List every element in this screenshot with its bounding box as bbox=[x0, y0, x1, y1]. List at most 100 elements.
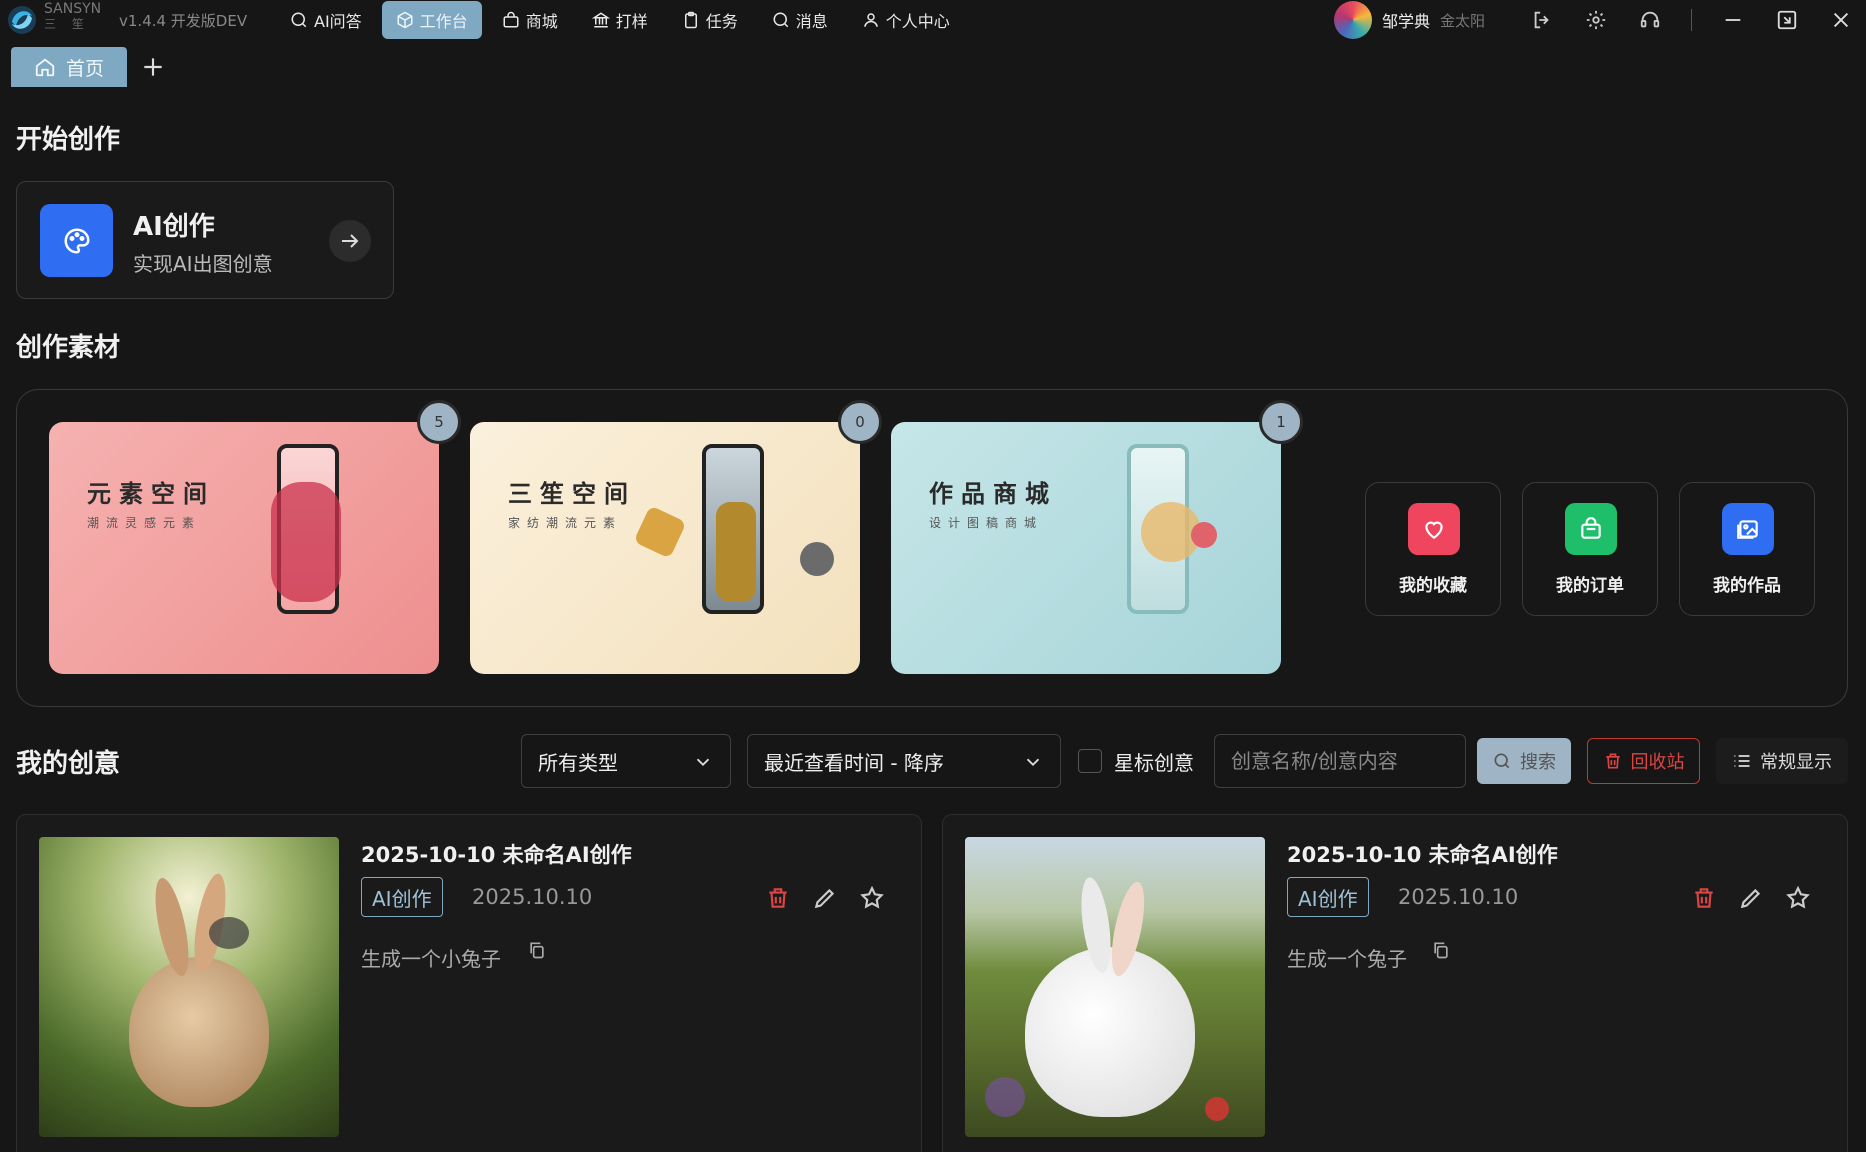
material-title: 作品商城 bbox=[929, 480, 1057, 508]
star-icon[interactable] bbox=[1785, 885, 1811, 911]
brand-subtitle: 三 笙 bbox=[44, 17, 90, 31]
tab-home[interactable]: 首页 bbox=[11, 47, 127, 87]
home-icon bbox=[35, 58, 55, 77]
count-badge: 5 bbox=[417, 400, 461, 444]
copy-icon[interactable] bbox=[1431, 939, 1451, 961]
count-badge: 1 bbox=[1259, 400, 1303, 444]
avatar[interactable] bbox=[1333, 1, 1372, 39]
user-org: 金太阳 bbox=[1439, 11, 1485, 30]
section-title-material: 创作素材 bbox=[16, 333, 121, 363]
nav-label: 工作台 bbox=[419, 12, 468, 31]
quick-my-orders[interactable]: 我的订单 bbox=[1522, 482, 1658, 616]
main-nav: AI问答 工作台 商城 打样 任务 消息 个人中心 bbox=[276, 0, 970, 40]
nav-messages[interactable]: 消息 bbox=[758, 1, 842, 39]
material-card-background bbox=[891, 422, 1281, 674]
material-card-background bbox=[470, 422, 860, 674]
maximize-button[interactable] bbox=[1774, 7, 1800, 33]
search-button-label: 搜索 bbox=[1520, 752, 1556, 773]
material-card-sansyn-space[interactable]: 三笙空间 家纺潮流元素 0 bbox=[470, 400, 882, 674]
trash-icon bbox=[1605, 753, 1620, 769]
close-icon bbox=[1833, 12, 1849, 28]
window-tools: 邹学典 金太阳 bbox=[1333, 0, 1866, 40]
divider bbox=[1691, 9, 1692, 31]
edit-icon[interactable] bbox=[812, 885, 838, 911]
starred-label: 星标创意 bbox=[1114, 751, 1194, 775]
quick-my-favorites[interactable]: 我的收藏 bbox=[1365, 482, 1501, 616]
nav-mall[interactable]: 商城 bbox=[488, 1, 572, 39]
nav-sampling[interactable]: 打样 bbox=[578, 1, 662, 39]
bag-icon bbox=[503, 11, 519, 28]
sort-select[interactable]: 最近查看时间 - 降序 bbox=[747, 734, 1061, 788]
brand-name: SANSYN 三 笙 bbox=[44, 2, 101, 32]
idea-tag: AI创作 bbox=[361, 877, 443, 917]
cube-icon bbox=[397, 11, 413, 29]
nav-tasks[interactable]: 任务 bbox=[668, 1, 752, 39]
gear-icon bbox=[1586, 10, 1606, 30]
chevron-down-icon bbox=[696, 758, 710, 767]
copy-icon[interactable] bbox=[527, 939, 547, 961]
delete-icon[interactable] bbox=[1691, 885, 1717, 911]
star-icon[interactable] bbox=[859, 885, 885, 911]
maximize-icon bbox=[1777, 10, 1797, 30]
search-button[interactable]: 搜索 bbox=[1477, 738, 1571, 784]
nav-label: 打样 bbox=[615, 12, 648, 31]
rabbit-body bbox=[129, 957, 269, 1107]
nav-workbench[interactable]: 工作台 bbox=[381, 1, 482, 39]
sansyn-logo-icon bbox=[8, 6, 36, 34]
add-tab-icon[interactable] bbox=[140, 54, 166, 80]
message-icon bbox=[773, 12, 789, 28]
material-card-elements[interactable]: 元素空间 潮流灵感元素 5 bbox=[49, 400, 461, 674]
starred-checkbox[interactable] bbox=[1078, 749, 1102, 773]
section-title-start: 开始创作 bbox=[16, 125, 121, 155]
minimize-button[interactable] bbox=[1720, 7, 1746, 33]
settings-button[interactable] bbox=[1583, 7, 1609, 33]
search-input[interactable] bbox=[1214, 734, 1466, 788]
recycle-bin-button[interactable]: 回收站 bbox=[1587, 738, 1700, 784]
quick-label: 我的订单 bbox=[1556, 576, 1624, 596]
ai-card-subtitle: 实现AI出图创意 bbox=[133, 252, 273, 276]
idea-title: 2025-10-10 未命名AI创作 bbox=[361, 843, 632, 867]
type-filter-value: 所有类型 bbox=[538, 750, 618, 775]
view-mode-button[interactable]: 常规显示 bbox=[1716, 738, 1848, 784]
logout-icon bbox=[1534, 11, 1549, 29]
view-mode-label: 常规显示 bbox=[1760, 752, 1832, 773]
idea-title: 2025-10-10 未命名AI创作 bbox=[1287, 843, 1558, 867]
top-bar: SANSYN 三 笙 v1.4.4 开发版DEV AI问答 工作台 商城 打样 … bbox=[0, 0, 1866, 40]
quick-label: 我的作品 bbox=[1713, 576, 1781, 596]
minimize-icon bbox=[1725, 19, 1741, 21]
bank-icon bbox=[591, 12, 610, 28]
logout-button[interactable] bbox=[1529, 7, 1555, 33]
idea-card[interactable]: 2025-10-10 未命名AI创作 AI创作 2025.10.10 生成一个小… bbox=[16, 814, 922, 1152]
chat-icon bbox=[291, 12, 307, 28]
decor-sphere bbox=[800, 542, 834, 576]
section-title-ideas: 我的创意 bbox=[16, 749, 121, 779]
quick-my-works[interactable]: 我的作品 bbox=[1679, 482, 1815, 616]
idea-date: 2025.10.10 bbox=[472, 885, 593, 909]
rabbit-ear bbox=[148, 875, 196, 979]
app-version: v1.4.4 开发版DEV bbox=[119, 12, 248, 30]
delete-icon[interactable] bbox=[765, 885, 791, 911]
material-title: 三笙空间 bbox=[508, 480, 636, 508]
idea-card[interactable]: 2025-10-10 未命名AI创作 AI创作 2025.10.10 生成一个兔… bbox=[942, 814, 1848, 1152]
flowers bbox=[985, 1077, 1025, 1117]
idea-tag: AI创作 bbox=[1287, 877, 1369, 917]
arrow-right-icon[interactable] bbox=[329, 220, 371, 262]
figure-illustration bbox=[716, 502, 756, 602]
palette-icon bbox=[40, 204, 113, 277]
flowers bbox=[1205, 1097, 1229, 1121]
edit-icon[interactable] bbox=[1738, 885, 1764, 911]
sort-value: 最近查看时间 - 降序 bbox=[764, 750, 944, 775]
close-button[interactable] bbox=[1828, 7, 1854, 33]
butterfly bbox=[209, 917, 249, 949]
shopping-bag-icon bbox=[1565, 503, 1617, 555]
ai-create-card[interactable]: AI创作 实现AI出图创意 bbox=[16, 181, 394, 299]
nav-label: 消息 bbox=[795, 12, 828, 31]
customer-service-button[interactable] bbox=[1637, 7, 1663, 33]
nav-ai-qa[interactable]: AI问答 bbox=[276, 1, 376, 39]
material-card-works-mall[interactable]: 作品商城 设计图稿商城 1 bbox=[891, 400, 1303, 674]
headset-icon bbox=[1640, 11, 1660, 28]
nav-personal-center[interactable]: 个人中心 bbox=[848, 1, 964, 39]
type-filter-select[interactable]: 所有类型 bbox=[521, 734, 731, 788]
material-subtitle: 家纺潮流元素 bbox=[508, 516, 623, 530]
material-title: 元素空间 bbox=[87, 480, 215, 508]
